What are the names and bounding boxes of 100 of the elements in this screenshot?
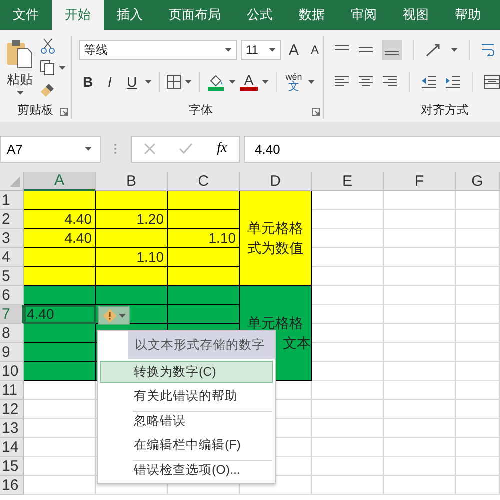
table-cell [384, 400, 456, 419]
menu-item[interactable]: 有关此错误的帮助 [100, 385, 273, 407]
wrap-text-icon[interactable] [481, 42, 495, 58]
row-header[interactable]: 4 [0, 248, 24, 267]
fill-color-icon[interactable] [207, 73, 225, 91]
decrease-indent-icon[interactable] [421, 75, 437, 89]
caret-icon [16, 91, 24, 95]
ribbon-tab[interactable]: 数据 [286, 0, 338, 30]
table-cell [456, 248, 500, 267]
dialog-launcher-icon[interactable] [60, 108, 68, 116]
clipboard-icon [6, 39, 34, 69]
menu-item[interactable]: 在编辑栏中编辑(F) [100, 434, 273, 456]
row-header[interactable]: 7 [0, 305, 24, 324]
copy-icon[interactable] [40, 60, 56, 76]
table-cell [456, 324, 500, 343]
scissors-icon[interactable] [40, 38, 56, 54]
row-header[interactable]: 11 [0, 381, 24, 400]
table-cell [312, 305, 384, 324]
row-header[interactable]: 5 [0, 267, 24, 286]
ribbon-tab[interactable]: 审阅 [338, 0, 390, 30]
brush-icon[interactable] [40, 82, 56, 98]
row-header[interactable]: 16 [0, 476, 24, 495]
shrink-font-button[interactable]: A [307, 43, 323, 57]
table-cell [24, 476, 96, 495]
row-header[interactable]: 1 [0, 191, 24, 210]
row-header[interactable]: 10 [0, 362, 24, 381]
font-name-dropdown[interactable]: 等线 [79, 40, 237, 60]
row-header[interactable]: 12 [0, 400, 24, 419]
column-header[interactable]: C [168, 172, 240, 191]
row-header[interactable]: 2 [0, 210, 24, 229]
group-label: 字体 [188, 102, 214, 119]
column-header[interactable]: A [24, 172, 96, 191]
table-cell [384, 248, 456, 267]
table-cell [456, 191, 500, 210]
phonetic-button[interactable]: wén 文 [284, 72, 304, 92]
check-icon[interactable] [179, 143, 194, 155]
column-header[interactable]: D [240, 172, 312, 191]
table-cell [312, 229, 384, 248]
underline-button[interactable]: U [123, 74, 141, 90]
row-header[interactable]: 13 [0, 419, 24, 438]
ribbon-tab[interactable]: 视图 [390, 0, 442, 30]
row-header[interactable]: 14 [0, 438, 24, 457]
ribbon-tab[interactable]: 帮助 [442, 0, 494, 30]
table-cell [456, 438, 500, 457]
ribbon-tab[interactable]: 开始 [52, 0, 104, 30]
center-align-icon[interactable] [358, 75, 374, 89]
row-header[interactable]: 8 [0, 324, 24, 343]
table-cell [456, 381, 500, 400]
menu-item[interactable]: 转换为数字(C) [100, 361, 273, 383]
italic-button[interactable]: I [101, 74, 119, 90]
left-align-icon[interactable] [334, 75, 350, 89]
table-cell [456, 343, 500, 362]
caret-icon [269, 48, 276, 52]
table-cell [24, 457, 96, 476]
table-cell [456, 229, 500, 248]
column-header[interactable]: G [456, 172, 500, 191]
table-cell [384, 457, 456, 476]
grow-font-button[interactable]: A [285, 42, 303, 58]
increase-indent-icon[interactable] [445, 75, 461, 89]
name-box[interactable]: A7 [0, 136, 101, 162]
column-header[interactable]: F [384, 172, 456, 191]
table-cell [312, 476, 384, 495]
bold-button[interactable]: B [79, 74, 97, 90]
paste-button[interactable]: 粘贴 [0, 36, 40, 98]
ribbon-tab[interactable]: 插入 [104, 0, 156, 30]
dialog-launcher-icon[interactable] [312, 108, 320, 116]
column-header[interactable]: E [312, 172, 384, 191]
table-cell [312, 419, 384, 438]
error-options-button[interactable] [98, 306, 130, 325]
table-cell [24, 438, 96, 457]
row-header[interactable]: 15 [0, 457, 24, 476]
insert-function-button[interactable]: fx [217, 141, 228, 157]
table-cell [24, 419, 96, 438]
table-cell: 1.10 [96, 248, 168, 267]
table-cell [456, 362, 500, 381]
row-header[interactable]: 3 [0, 229, 24, 248]
formula-input[interactable]: 4.40 [244, 136, 500, 162]
row-header[interactable]: 6 [0, 286, 24, 305]
font-color-button[interactable]: A [240, 73, 258, 91]
borders-icon[interactable] [167, 75, 181, 89]
table-cell: 4.40 [24, 305, 96, 324]
font-size-dropdown[interactable]: 11 [241, 40, 281, 60]
ribbon-tab[interactable]: 文件 [0, 0, 52, 30]
row-header[interactable]: 9 [0, 343, 24, 362]
table-cell [24, 381, 96, 400]
table-cell: 1.20 [96, 210, 168, 229]
ribbon-tab[interactable]: 页面布局 [156, 0, 234, 30]
table-cell [312, 400, 384, 419]
caret-icon [308, 80, 315, 84]
table-cell [384, 191, 456, 210]
grip-icon [114, 143, 117, 155]
merge-cells-icon[interactable] [484, 75, 500, 89]
text-orientation-icon[interactable] [425, 42, 443, 58]
column-header[interactable]: B [96, 172, 168, 191]
group-label: 对齐方式 [420, 102, 470, 119]
right-align-icon[interactable] [382, 75, 398, 89]
table-cell [456, 305, 500, 324]
ribbon-tab[interactable]: 公式 [234, 0, 286, 30]
table-cell [384, 286, 456, 305]
table-cell [384, 343, 456, 362]
